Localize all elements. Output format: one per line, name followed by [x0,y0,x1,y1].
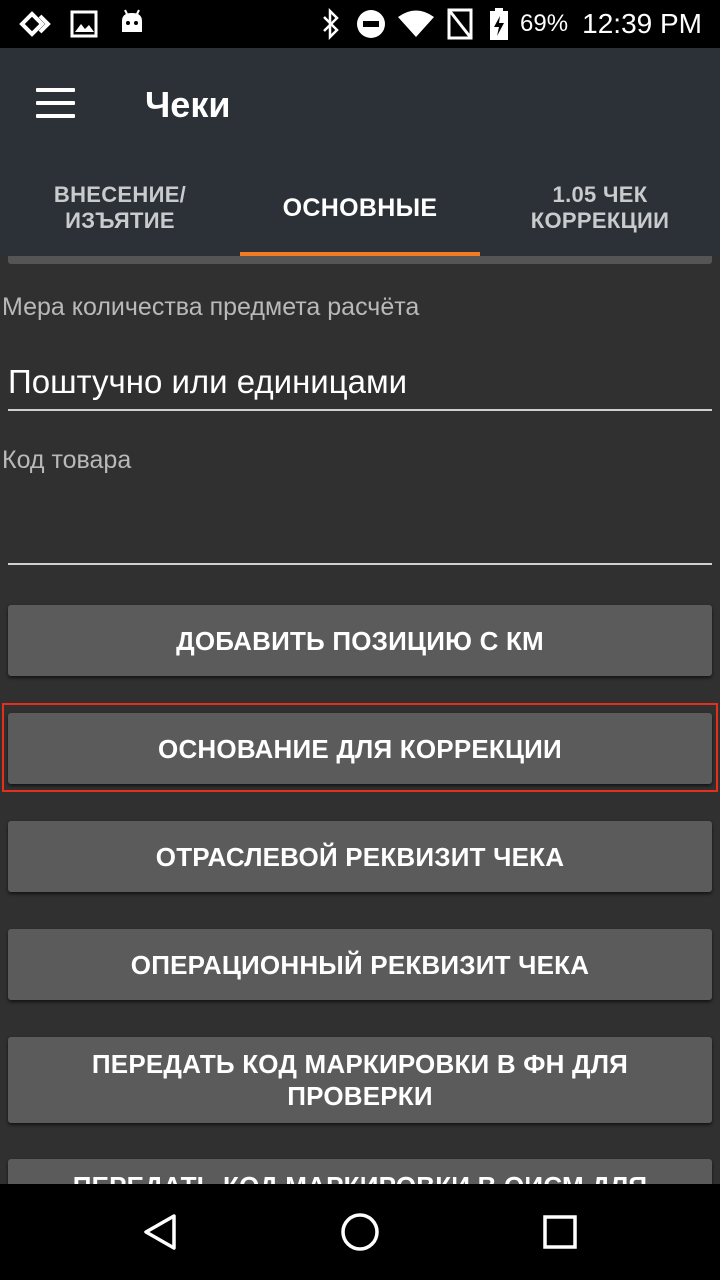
tab-correction-receipt[interactable]: 1.05 ЧЕК КОРРЕКЦИИ [480,160,720,256]
industry-requisite-button[interactable]: ОТРАСЛЕВОЙ РЕКВИЗИТ ЧЕКА [8,821,712,892]
quantity-measure-field[interactable]: Поштучно или единицами [8,363,407,401]
quantity-measure-underline [8,409,712,411]
android-icon [122,9,142,32]
status-bar: 69% 12:39 PM [0,0,720,48]
battery-percent: 69% [520,10,569,37]
home-icon[interactable] [336,1208,384,1256]
tab-bar: ВНЕСЕНИЕ/ ИЗЪЯТИЕ ОСНОВНЫЕ 1.05 ЧЕК КОРР… [0,160,720,256]
status-time: 12:39 PM [582,8,702,39]
diamond-icon [19,11,51,37]
quantity-measure-label: Мера количества предмета расчёта [2,293,420,321]
product-code-label: Код товара [2,446,132,474]
do-not-disturb-icon [357,10,385,38]
tab-main[interactable]: ОСНОВНЫЕ [240,160,480,256]
page-title: Чеки [145,84,231,125]
bluetooth-icon [323,8,339,40]
product-code-input[interactable] [8,511,712,551]
app-bar: Чеки ВНЕСЕНИЕ/ ИЗЪЯТИЕ ОСНОВНЫЕ 1.05 ЧЕК… [0,48,720,256]
product-code-underline [8,563,712,565]
add-position-km-button[interactable]: ДОБАВИТЬ ПОЗИЦИЮ С КМ [8,605,712,676]
recents-icon[interactable] [536,1208,584,1256]
no-sim-icon [447,8,473,40]
image-icon [70,10,98,38]
main-content[interactable]: Мера количества предмета расчёта Поштучн… [0,256,720,1184]
hamburger-menu-icon[interactable] [36,88,76,118]
send-code-fn-button[interactable]: ПЕРЕДАТЬ КОД МАРКИРОВКИ В ФН ДЛЯ ПРОВЕРК… [8,1037,712,1123]
scrolled-element-edge [8,256,712,264]
operational-requisite-button[interactable]: ОПЕРАЦИОННЫЙ РЕКВИЗИТ ЧЕКА [8,929,712,1000]
back-icon[interactable] [136,1208,184,1256]
battery-charging-icon [490,8,508,40]
tab-deposit-withdrawal[interactable]: ВНЕСЕНИЕ/ ИЗЪЯТИЕ [0,160,240,256]
correction-basis-button[interactable]: ОСНОВАНИЕ ДЛЯ КОРРЕКЦИИ [8,713,712,784]
wifi-icon [398,10,434,37]
send-code-oism-button[interactable]: ПЕРЕДАТЬ КОД МАРКИРОВКИ В ОИСМ ДЛЯ [8,1159,712,1184]
navigation-bar [0,1184,720,1280]
